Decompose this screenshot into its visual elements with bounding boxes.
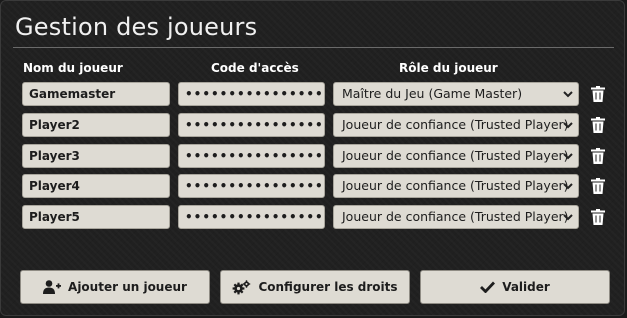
player-role-value: Joueur de confiance (Trusted Player) <box>342 209 569 224</box>
player-role-value: Maître du Jeu (Game Master) <box>342 86 523 101</box>
trash-icon[interactable] <box>591 148 605 164</box>
access-code-input[interactable]: •••••••••••••••• <box>178 174 325 198</box>
submit-label: Valider <box>502 280 550 294</box>
dialog-title: Gestion des joueurs <box>15 13 258 41</box>
player-name-input[interactable]: Player3 <box>22 144 170 168</box>
access-code-input[interactable]: •••••••••••••••• <box>178 82 325 106</box>
access-code-input[interactable]: •••••••••••••••• <box>178 144 325 168</box>
player-role-value: Joueur de confiance (Trusted Player) <box>342 117 569 132</box>
player-role-select[interactable]: Joueur de confiance (Trusted Player) <box>333 113 579 137</box>
trash-icon[interactable] <box>591 178 605 194</box>
player-row: Gamemaster •••••••••••••••• Maître du Je… <box>1 82 624 106</box>
column-header-name: Nom du joueur <box>23 61 123 75</box>
trash-icon[interactable] <box>591 117 605 133</box>
column-header-role: Rôle du joueur <box>399 61 498 75</box>
player-management-dialog: Gestion des joueurs Nom du joueur Code d… <box>0 0 625 316</box>
player-name-input[interactable]: Player5 <box>22 205 170 229</box>
player-row: Player3 •••••••••••••••• Joueur de confi… <box>1 144 624 168</box>
player-role-select[interactable]: Joueur de confiance (Trusted Player) <box>333 174 579 198</box>
chevron-down-icon <box>563 153 573 160</box>
chevron-down-icon <box>563 122 573 129</box>
player-row: Player5 •••••••••••••••• Joueur de confi… <box>1 205 624 229</box>
trash-icon[interactable] <box>591 209 605 225</box>
player-role-value: Joueur de confiance (Trusted Player) <box>342 178 569 193</box>
player-role-select[interactable]: Joueur de confiance (Trusted Player) <box>333 144 579 168</box>
configure-permissions-button[interactable]: Configurer les droits <box>220 270 410 304</box>
configure-permissions-label: Configurer les droits <box>258 280 398 294</box>
add-player-label: Ajouter un joueur <box>68 280 187 294</box>
chevron-down-icon <box>563 91 573 98</box>
trash-icon[interactable] <box>591 86 605 102</box>
player-role-select[interactable]: Maître du Jeu (Game Master) <box>333 82 579 106</box>
player-role-select[interactable]: Joueur de confiance (Trusted Player) <box>333 205 579 229</box>
submit-button[interactable]: Valider <box>420 270 610 304</box>
check-icon <box>480 281 496 293</box>
title-divider <box>13 47 614 48</box>
access-code-input[interactable]: •••••••••••••••• <box>178 113 325 137</box>
column-header-code: Code d'accès <box>211 61 299 75</box>
player-name-input[interactable]: Player2 <box>22 113 170 137</box>
player-name-input[interactable]: Player4 <box>22 174 170 198</box>
chevron-down-icon <box>563 214 573 221</box>
player-name-input[interactable]: Gamemaster <box>22 82 170 106</box>
player-row: Player2 •••••••••••••••• Joueur de confi… <box>1 113 624 137</box>
user-plus-icon <box>43 280 62 294</box>
access-code-input[interactable]: •••••••••••••••• <box>178 205 325 229</box>
player-role-value: Joueur de confiance (Trusted Player) <box>342 148 569 163</box>
add-player-button[interactable]: Ajouter un joueur <box>20 270 210 304</box>
cogs-icon <box>233 279 251 294</box>
chevron-down-icon <box>563 183 573 190</box>
player-row: Player4 •••••••••••••••• Joueur de confi… <box>1 174 624 198</box>
